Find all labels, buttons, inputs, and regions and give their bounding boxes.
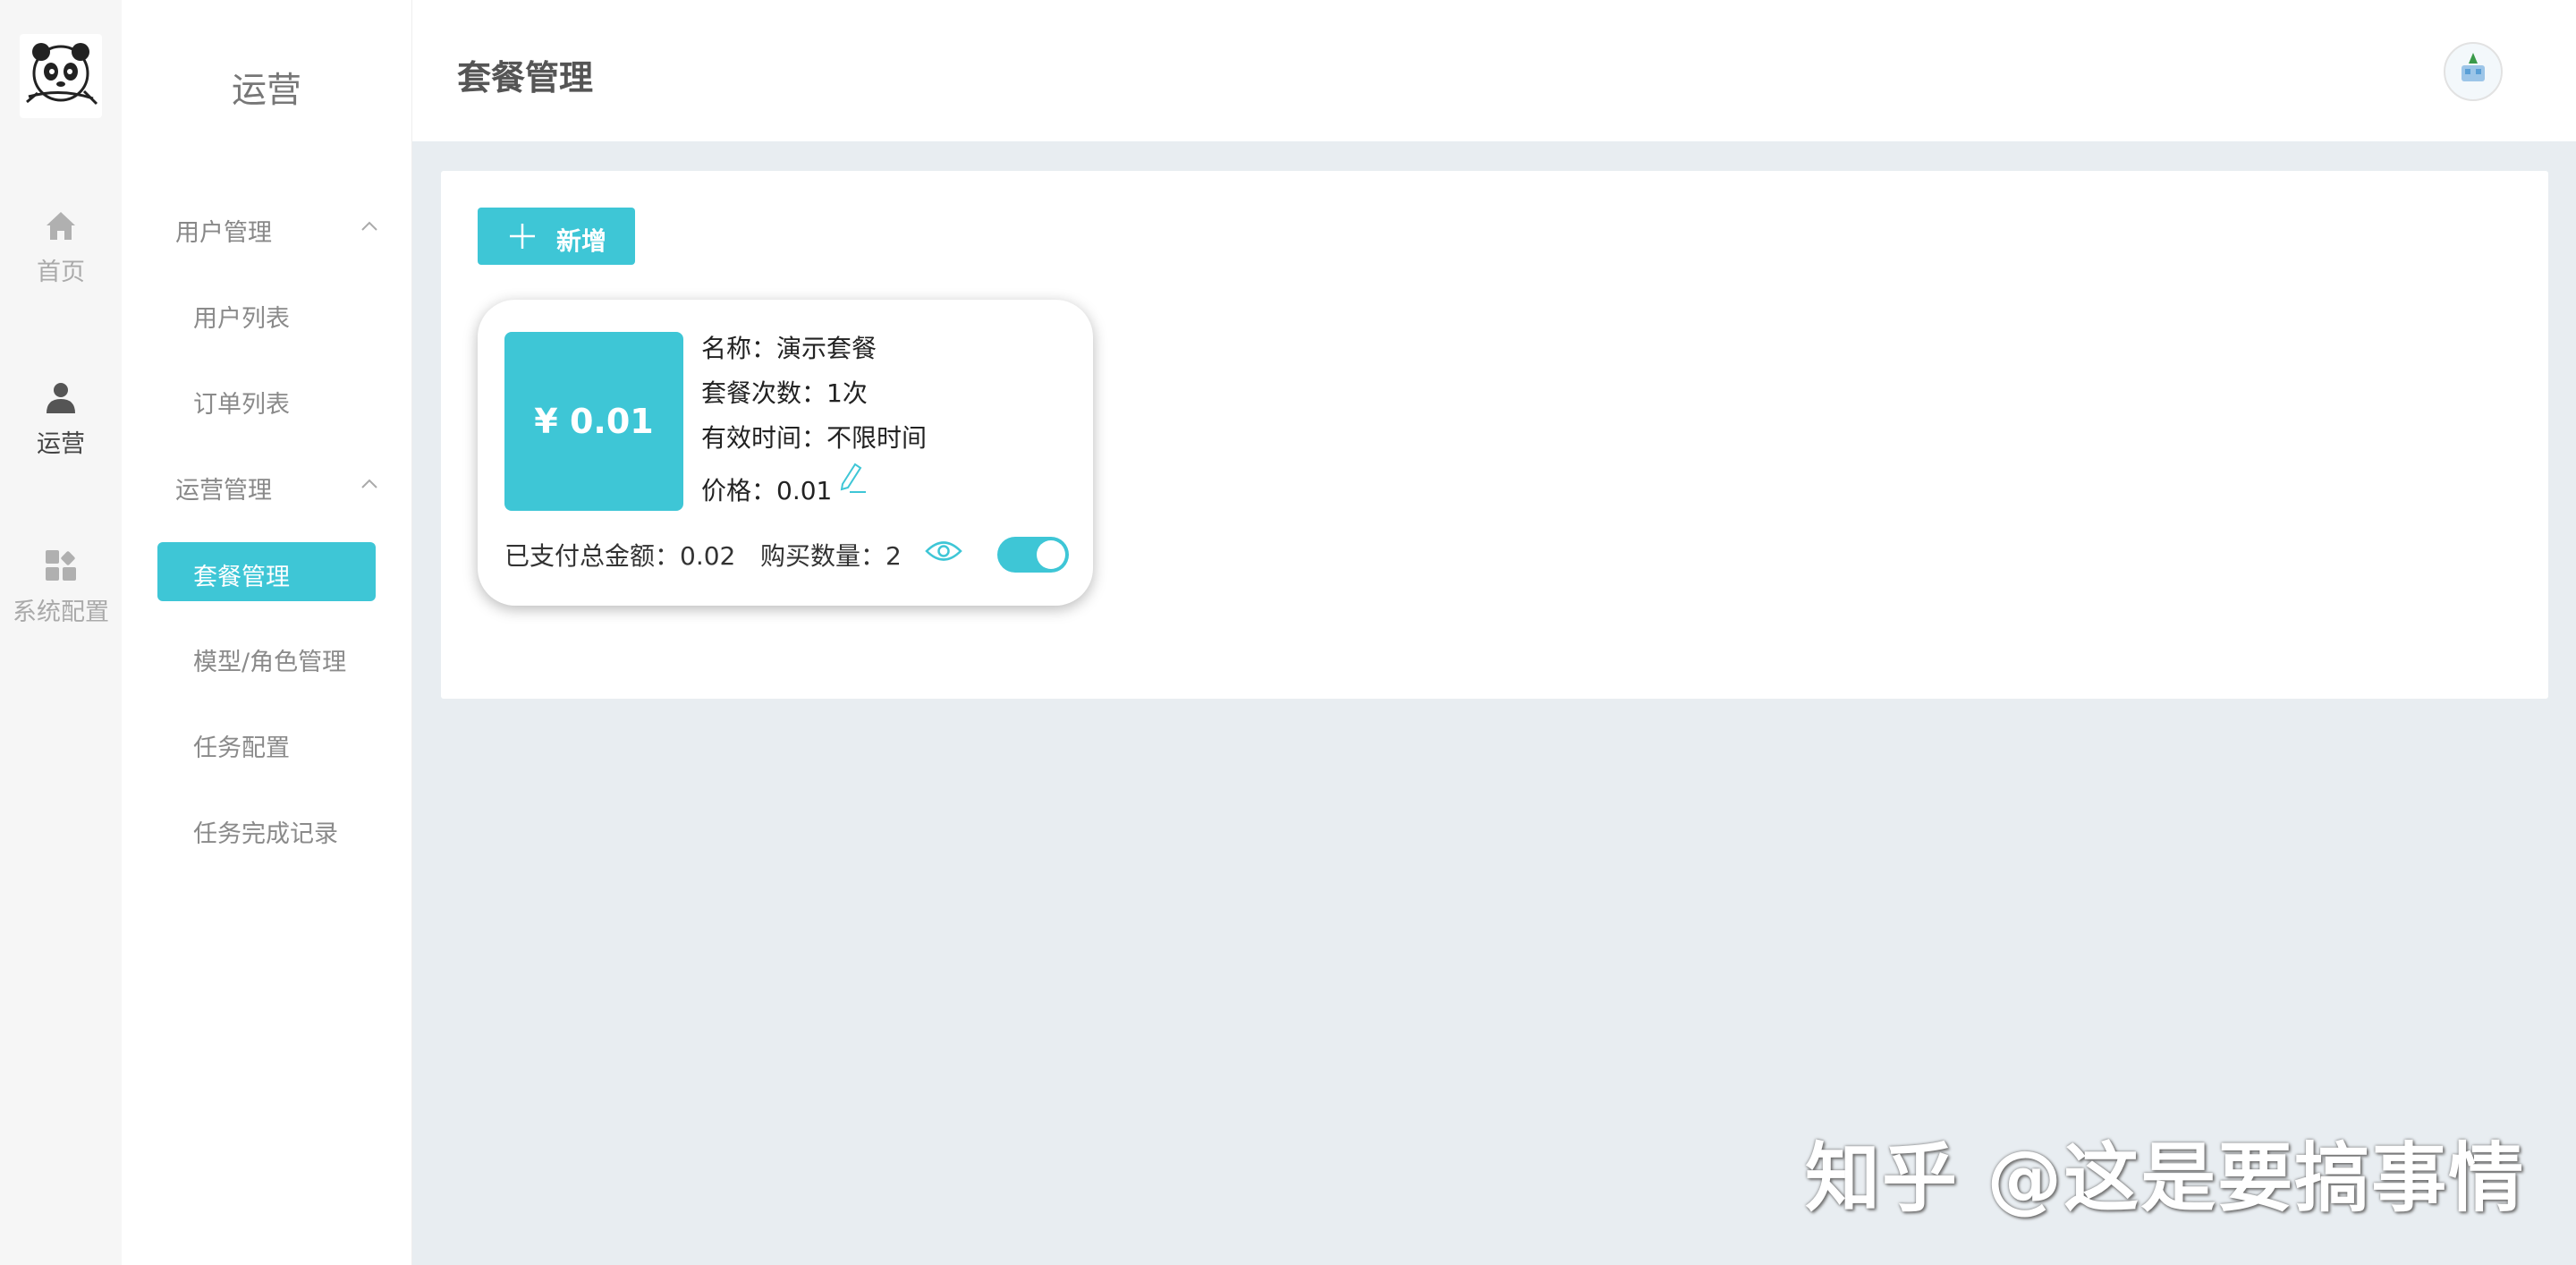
menu-item-task-config[interactable]: 任务配置 (193, 728, 290, 763)
package-name: 名称：演示套餐 (701, 329, 877, 365)
menu-item-package-management[interactable]: 套餐管理 (157, 542, 376, 601)
edit-icon[interactable] (837, 461, 868, 495)
package-name-value: 演示套餐 (776, 334, 877, 363)
sidebar-menu: 运营 用户管理 用户列表 订单列表 运营管理 套餐管理 模型/角色管理 任务配置… (122, 0, 412, 1265)
top-header: 套餐管理 (412, 0, 2576, 141)
paid-total: 已支付总金额：0.02 (504, 537, 735, 573)
package-price: 价格：0.01 (701, 471, 832, 507)
panda-logo-icon (26, 43, 98, 106)
package-price-label: 价格： (701, 476, 777, 505)
menu-group-operations-management[interactable]: 运营管理 (175, 471, 379, 505)
content-panel: 新增 ¥ 0.01 名称：演示套餐 套餐次数：1次 有效时间：不限时间 价格：0… (441, 171, 2548, 699)
rail-item-operations[interactable]: 运营 (0, 379, 122, 459)
package-validity: 有效时间：不限时间 (701, 419, 927, 454)
page-title: 套餐管理 (457, 58, 594, 98)
purchase-count-label: 购买数量： (760, 541, 886, 571)
package-price-value: 0.01 (776, 476, 833, 505)
menu-item-task-records[interactable]: 任务完成记录 (193, 814, 338, 849)
package-card: ¥ 0.01 名称：演示套餐 套餐次数：1次 有效时间：不限时间 价格：0.01… (478, 300, 1093, 606)
rail-item-system-config-label: 系统配置 (13, 599, 109, 626)
toggle-knob (1037, 540, 1065, 569)
package-name-label: 名称： (701, 334, 777, 363)
watermark: 知乎 @这是要搞事情 (1805, 1134, 2526, 1222)
menu-item-label: 套餐管理 (193, 564, 290, 591)
package-validity-label: 有效时间： (701, 423, 827, 453)
avatar[interactable] (2444, 42, 2503, 101)
package-count-label: 套餐次数： (701, 378, 827, 408)
add-button-label: 新增 (556, 226, 607, 256)
avatar-icon (2462, 53, 2485, 81)
package-enabled-toggle[interactable] (997, 537, 1069, 573)
chevron-up-icon (361, 479, 377, 488)
rail-item-operations-label: 运营 (37, 430, 85, 458)
menu-title: 运营 (231, 71, 301, 111)
menu-item-order-list[interactable]: 订单列表 (193, 385, 290, 420)
eye-icon[interactable] (925, 538, 962, 565)
apps-icon (46, 550, 76, 581)
menu-group-user-management[interactable]: 用户管理 (175, 213, 379, 248)
paid-total-value: 0.02 (680, 541, 736, 571)
user-icon (47, 383, 75, 413)
panda-logo (20, 34, 102, 118)
menu-item-user-list[interactable]: 用户列表 (193, 299, 290, 334)
purchase-count-value: 2 (886, 541, 902, 571)
chevron-up-icon (361, 221, 377, 231)
rail-item-home-label: 首页 (37, 259, 85, 286)
package-count-value: 1次 (826, 378, 868, 408)
menu-item-model-role-management[interactable]: 模型/角色管理 (193, 642, 346, 677)
package-validity-value: 不限时间 (826, 423, 928, 453)
add-button[interactable]: 新增 (478, 208, 635, 265)
package-count: 套餐次数：1次 (701, 374, 868, 410)
icon-rail: 首页 运营 系统配置 (0, 0, 122, 1265)
plus-icon (510, 224, 535, 249)
menu-group-label: 运营管理 (175, 477, 272, 505)
purchase-count: 购买数量：2 (760, 537, 902, 573)
rail-item-system-config[interactable]: 系统配置 (0, 548, 122, 627)
rail-item-home[interactable]: 首页 (0, 208, 122, 287)
package-price-tile: ¥ 0.01 (504, 332, 683, 511)
paid-total-label: 已支付总金额： (504, 541, 681, 571)
home-icon (47, 212, 75, 240)
menu-group-label: 用户管理 (175, 219, 272, 247)
